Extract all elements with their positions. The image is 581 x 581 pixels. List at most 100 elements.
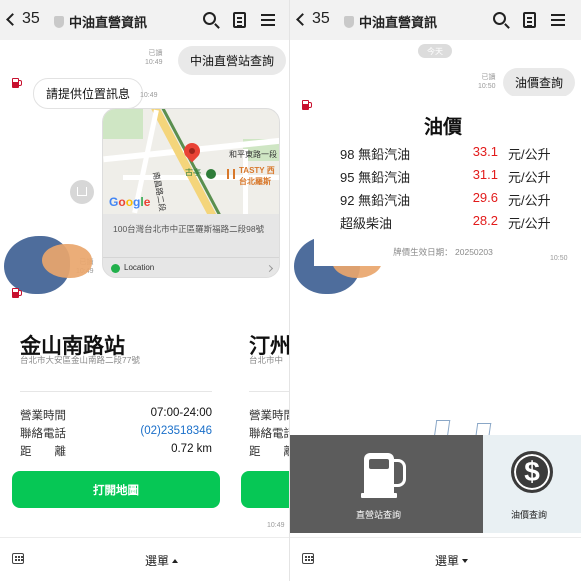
price-query-label: 油價查詢	[511, 510, 548, 520]
station-address: 台北市中	[249, 355, 284, 365]
date-separator: 今天	[418, 44, 452, 58]
price-card: 油價 98 無鉛汽油 33.1 元/公升 95 無鉛汽油 31.1 元/公升 9…	[314, 96, 572, 266]
share-icon[interactable]	[70, 180, 94, 204]
menu-toggle[interactable]: 選單	[145, 552, 179, 569]
location-address: 100台灣台北市中正區羅斯福路二段98號	[113, 224, 265, 234]
fuel-unit: 元/公升	[508, 170, 551, 185]
map-shop-label: 台北羅斯	[239, 177, 271, 186]
fuel-name: 92 無鉛汽油	[340, 193, 411, 208]
hours-value: 07:00-24:00	[150, 407, 212, 419]
fuel-name: 超級柴油	[340, 216, 393, 231]
phone-link[interactable]: (02)23518346	[112, 425, 212, 437]
gas-pump-icon	[361, 453, 412, 501]
message-time: 10:49	[140, 92, 158, 99]
location-label: Location	[124, 263, 155, 272]
read-receipt: 已讀 10:50	[478, 74, 496, 90]
bottom-bar: 選單	[0, 537, 290, 581]
bot-message: 請提供位置訊息	[33, 78, 144, 109]
top-bar: 35 中油直營資訊	[0, 0, 290, 40]
message-time: 10:49	[267, 522, 285, 529]
divider	[249, 391, 290, 392]
price-row: 95 無鉛汽油 31.1 元/公升	[340, 167, 570, 187]
menu-icon[interactable]	[551, 14, 565, 16]
open-map-button[interactable]	[241, 471, 290, 508]
price-query-button[interactable]: $ 油價查詢	[483, 435, 581, 533]
chat-title: 中油直營資訊	[54, 12, 147, 31]
read-receipt: 已讀10:49	[145, 50, 163, 66]
price-row: 超級柴油 28.2 元/公升	[340, 213, 570, 233]
price-row: 98 無鉛汽油 33.1 元/公升	[340, 144, 570, 164]
user-message: 油價查詢	[503, 68, 576, 97]
location-card[interactable]: 和平東路一段 南昌路二段 古亭 TASTY 西 台北羅斯 Google 100台…	[102, 108, 280, 278]
unread-count: 35	[312, 10, 330, 27]
note-icon[interactable]	[523, 12, 536, 28]
bot-avatar[interactable]	[10, 286, 24, 300]
menu-toggle[interactable]: 選單	[435, 552, 469, 569]
chat-title-text: 中油直營資訊	[69, 15, 148, 30]
gas-pump-icon	[302, 100, 309, 110]
top-bar: 35 中油直營資訊	[290, 0, 581, 40]
back-button[interactable]: 35	[296, 10, 330, 28]
caret-down-icon	[462, 558, 469, 563]
google-logo: Google	[109, 195, 151, 209]
keyboard-icon[interactable]	[302, 553, 314, 564]
unread-count: 35	[22, 10, 40, 27]
distance-value: 0.72 km	[171, 443, 212, 455]
back-button[interactable]: 35	[6, 10, 40, 28]
station-query-button[interactable]: 直營站查詢	[290, 435, 483, 533]
chat-pane-left: 35 中油直營資訊 已讀 10:49 中油直營站查詢 請提供位置訊息 10:49 …	[0, 0, 290, 581]
station-query-label: 直營站查詢	[356, 510, 402, 520]
divider	[20, 391, 212, 392]
note-icon[interactable]	[233, 12, 246, 28]
hours-label: 營業時間	[20, 410, 66, 422]
caret-up-icon	[172, 558, 179, 563]
decorative-shape	[42, 244, 92, 278]
dollar-icon: $	[511, 451, 553, 493]
user-message: 中油直營站查詢	[178, 46, 287, 75]
fuel-unit: 元/公升	[508, 216, 551, 231]
map-shop-label: TASTY 西	[239, 166, 275, 175]
location-row[interactable]: Location	[103, 257, 279, 277]
fuel-name: 98 無鉛汽油	[340, 147, 411, 162]
fuel-price: 29.6	[472, 190, 498, 205]
hours-label: 營業時間	[249, 410, 290, 422]
bot-avatar[interactable]	[300, 98, 314, 112]
phone-label: 聯絡電話	[20, 428, 66, 440]
fuel-price: 28.2	[472, 213, 498, 228]
chat-title-text: 中油直營資訊	[359, 15, 438, 30]
fuel-price: 33.1	[472, 144, 498, 159]
shield-icon	[54, 15, 64, 28]
map-road-label: 和平東路一段	[229, 150, 277, 159]
keyboard-icon[interactable]	[12, 553, 24, 564]
chevron-right-icon	[265, 264, 274, 273]
restaurant-icon	[227, 169, 235, 179]
gas-pump-icon	[12, 78, 19, 88]
fuel-price: 31.1	[472, 167, 498, 182]
fuel-unit: 元/公升	[508, 147, 551, 162]
price-card-title: 油價	[423, 117, 462, 138]
menu-label: 選單	[435, 554, 460, 568]
location-icon	[111, 264, 120, 273]
station-card: 金山南路站 台北市大安區金山南路二段77號 營業時間 07:00-24:00 聯…	[12, 318, 222, 516]
menu-label: 選單	[145, 554, 170, 568]
back-chevron-icon	[296, 12, 309, 26]
menu-icon[interactable]	[261, 14, 275, 16]
open-map-button[interactable]: 打開地圖	[12, 471, 220, 508]
map-thumbnail[interactable]: 和平東路一段 南昌路二段 古亭 TASTY 西 台北羅斯 Google	[103, 109, 279, 214]
chat-pane-right: 35 中油直營資訊 今天 已讀 10:50 油價查詢 油價 98 無鉛汽油 33.…	[290, 0, 581, 581]
chat-title: 中油直營資訊	[344, 12, 437, 31]
distance-label: 距 離	[20, 446, 66, 458]
search-icon[interactable]	[203, 12, 216, 25]
fuel-unit: 元/公升	[508, 193, 551, 208]
bottom-bar: 選單	[290, 537, 581, 581]
station-card[interactable]: 汀州 台北市中 營業時間 聯絡電話 距 離	[241, 318, 290, 516]
back-chevron-icon	[6, 12, 19, 26]
distance-label: 距 離	[249, 446, 290, 458]
search-icon[interactable]	[493, 12, 506, 25]
price-row: 92 無鉛汽油 29.6 元/公升	[340, 190, 570, 210]
bot-avatar[interactable]	[10, 76, 24, 90]
message-time: 10:50	[550, 255, 568, 262]
gas-pump-icon	[12, 288, 19, 298]
rich-menu: 直營站查詢 $ 油價查詢	[290, 435, 581, 533]
map-station-label: 古亭	[185, 168, 201, 177]
